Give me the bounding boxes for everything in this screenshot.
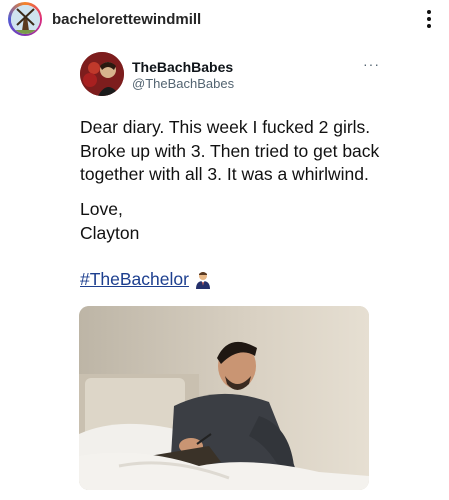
tweet-header: TheBachBabes @TheBachBabes ··· bbox=[80, 52, 380, 102]
man-in-suit-emoji-icon bbox=[195, 271, 211, 289]
signoff-line-1: Love, bbox=[80, 199, 123, 219]
post-header: bachelorettewindmill bbox=[0, 0, 449, 38]
tweet-avatar[interactable] bbox=[80, 52, 124, 96]
tweet-more-icon[interactable]: ··· bbox=[363, 56, 380, 72]
tweet-signoff: Love, Clayton bbox=[80, 198, 139, 245]
hashtag-link[interactable]: #TheBachelor bbox=[80, 268, 189, 291]
tweet-display-name[interactable]: TheBachBabes bbox=[132, 58, 234, 76]
vertical-dots-icon[interactable] bbox=[419, 7, 439, 31]
hashtag-row: #TheBachelor bbox=[80, 268, 211, 291]
tweet-handle[interactable]: @TheBachBabes bbox=[132, 76, 234, 92]
tweet-body: Dear diary. This week I fucked 2 girls. … bbox=[80, 116, 380, 187]
tweet-body-text: Dear diary. This week I fucked 2 girls. … bbox=[80, 117, 380, 184]
tweet-photo[interactable] bbox=[79, 306, 369, 490]
post-username[interactable]: bachelorettewindmill bbox=[52, 11, 419, 28]
windmill-icon bbox=[10, 4, 40, 34]
signoff-line-2: Clayton bbox=[80, 222, 140, 243]
profile-avatar[interactable] bbox=[8, 2, 42, 36]
tweet-card: TheBachBabes @TheBachBabes ··· Dear diar… bbox=[68, 40, 394, 500]
